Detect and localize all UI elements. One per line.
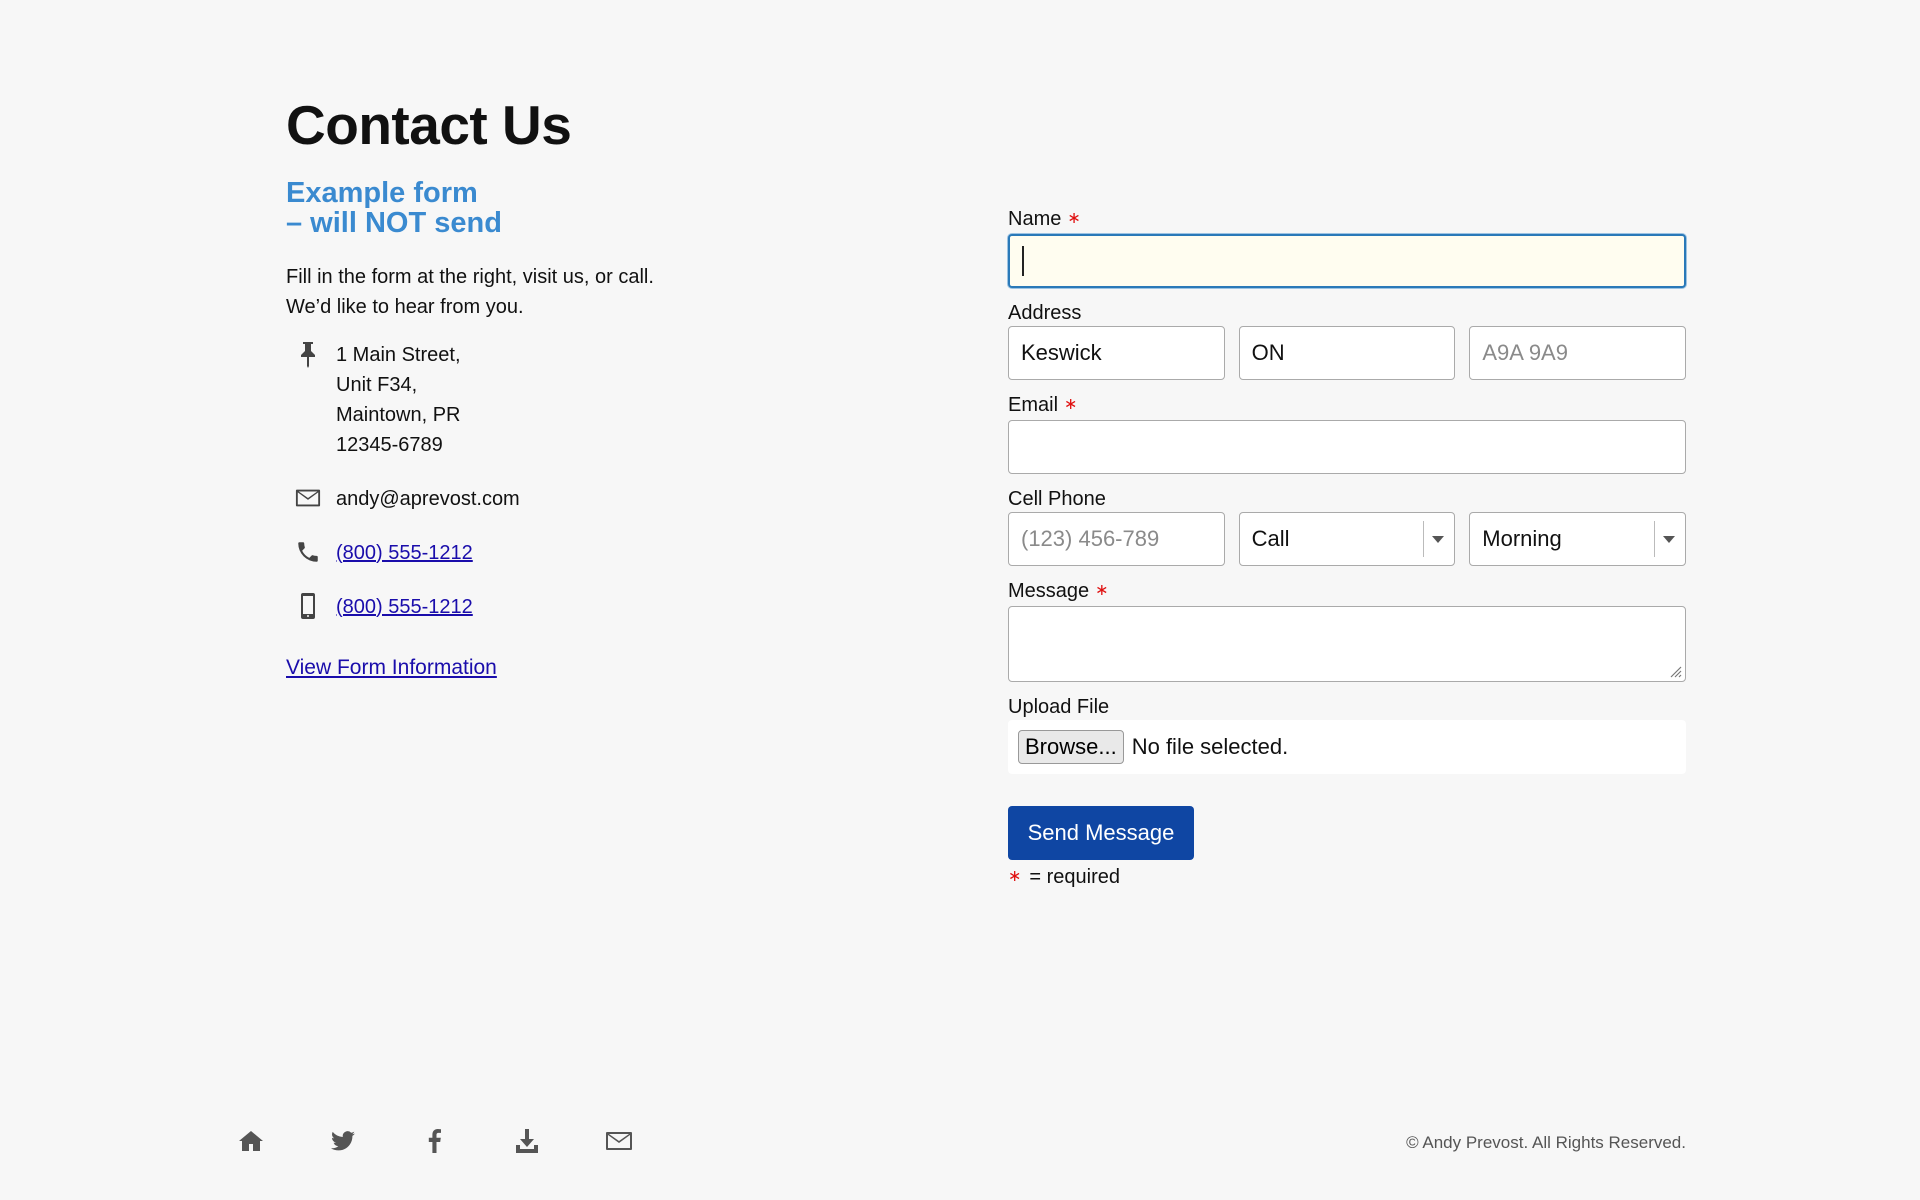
mobile-row: (800) 555-1212 bbox=[286, 592, 806, 622]
address-block: 1 Main Street, Unit F34, Maintown, PR 12… bbox=[286, 340, 806, 460]
send-message-button[interactable]: Send Message bbox=[1008, 806, 1194, 860]
address-line: Maintown, PR bbox=[336, 404, 461, 426]
subtitle: Example form – will NOT send bbox=[286, 178, 806, 238]
no-file-text: No file selected. bbox=[1131, 734, 1289, 759]
email-group: Email ∗ bbox=[1008, 392, 1686, 474]
browse-button[interactable]: Browse... bbox=[1018, 730, 1124, 764]
subtitle-line1: Example form bbox=[286, 177, 478, 209]
contact-method-select[interactable]: Call bbox=[1238, 512, 1456, 566]
cell-phone-input[interactable]: (123) 456-789 bbox=[1008, 512, 1225, 566]
email-label: Email ∗ bbox=[1008, 392, 1686, 420]
page-title: Contact Us bbox=[286, 94, 572, 156]
email-text: andy@aprevost.com bbox=[336, 487, 520, 510]
message-wrapper bbox=[1008, 606, 1686, 682]
twitter-icon[interactable] bbox=[328, 1126, 358, 1156]
facebook-icon[interactable] bbox=[420, 1126, 450, 1156]
file-upload: Browse... No file selected. bbox=[1008, 720, 1686, 774]
download-icon[interactable] bbox=[512, 1126, 542, 1156]
address-fields: Keswick ON A9A 9A9 bbox=[1008, 326, 1687, 380]
required-marker: ∗ bbox=[1067, 210, 1081, 227]
mobile-link[interactable]: (800) 555-1212 bbox=[336, 596, 473, 619]
province-input[interactable]: ON bbox=[1238, 326, 1456, 380]
message-label: Message ∗ bbox=[1008, 578, 1686, 606]
intro-line2: We’d like to hear from you. bbox=[286, 296, 524, 318]
email-label-text: Email bbox=[1008, 394, 1059, 416]
postal-code-input[interactable]: A9A 9A9 bbox=[1469, 326, 1687, 380]
home-icon[interactable] bbox=[236, 1126, 266, 1156]
upload-label: Upload File bbox=[1008, 696, 1110, 718]
cell-phone-label: Cell Phone bbox=[1008, 488, 1106, 510]
text-caret bbox=[1022, 246, 1024, 276]
phone-row: (800) 555-1212 bbox=[286, 538, 806, 568]
contact-method-value: Call bbox=[1251, 526, 1290, 551]
required-note: ∗ = required bbox=[1008, 866, 1686, 889]
mobile-phone-icon bbox=[290, 592, 326, 622]
required-marker: ∗ bbox=[1095, 582, 1109, 599]
resize-grip-icon[interactable] bbox=[1668, 664, 1682, 678]
address-line: 1 Main Street, bbox=[336, 344, 461, 366]
name-label-text: Name bbox=[1008, 208, 1062, 230]
message-label-text: Message bbox=[1008, 580, 1090, 602]
contact-time-select[interactable]: Morning bbox=[1469, 512, 1686, 566]
cell-phone-group: Cell Phone (123) 456-789 Call Morning bbox=[1008, 486, 1686, 566]
message-textarea[interactable] bbox=[1008, 606, 1686, 682]
required-marker: ∗ bbox=[1008, 868, 1022, 885]
envelope-icon[interactable] bbox=[604, 1126, 634, 1156]
phone-icon bbox=[290, 538, 326, 568]
address-lines: 1 Main Street, Unit F34, Maintown, PR 12… bbox=[336, 340, 461, 460]
copyright-text: © Andy Prevost. All Rights Reserved. bbox=[1406, 1133, 1686, 1152]
message-group: Message ∗ bbox=[1008, 578, 1686, 682]
email-input[interactable] bbox=[1008, 420, 1686, 474]
email-row: andy@aprevost.com bbox=[286, 484, 806, 514]
upload-group: Upload File Browse... No file selected. bbox=[1008, 694, 1686, 774]
intro-text: Fill in the form at the right, visit us,… bbox=[286, 262, 806, 322]
name-input[interactable] bbox=[1008, 234, 1686, 288]
view-form-information-link[interactable]: View Form Information bbox=[286, 656, 497, 680]
select-divider bbox=[1423, 521, 1425, 557]
cell-phone-fields: (123) 456-789 Call Morning bbox=[1008, 512, 1686, 566]
contact-form: Name ∗ Address Keswick ON A9A 9A9 Email ∗ … bbox=[1008, 206, 1687, 889]
required-note-text: = required bbox=[1029, 866, 1121, 888]
city-input[interactable]: Keswick bbox=[1008, 326, 1225, 380]
address-group: Address Keswick ON A9A 9A9 bbox=[1008, 300, 1687, 380]
contact-info-panel: Contact Us Example form – will NOT send … bbox=[286, 92, 806, 680]
subtitle-line2-suffix: send bbox=[426, 207, 502, 239]
footer-icon-bar bbox=[236, 1126, 634, 1156]
address-label: Address bbox=[1008, 302, 1082, 324]
address-line: 12345-6789 bbox=[336, 434, 443, 456]
name-label: Name ∗ bbox=[1008, 206, 1686, 234]
pushpin-icon bbox=[290, 340, 326, 370]
subtitle-line2-strong: NOT bbox=[364, 207, 427, 239]
select-divider bbox=[1653, 521, 1655, 557]
envelope-icon bbox=[290, 484, 326, 514]
subtitle-line2: – will NOT send bbox=[286, 208, 806, 238]
subtitle-line2-prefix: – will bbox=[286, 207, 365, 239]
phone-link[interactable]: (800) 555-1212 bbox=[336, 542, 473, 565]
contact-time-value: Morning bbox=[1482, 526, 1562, 551]
intro-line1: Fill in the form at the right, visit us,… bbox=[286, 266, 654, 288]
required-marker: ∗ bbox=[1064, 396, 1078, 413]
chevron-down-icon bbox=[1662, 536, 1675, 543]
name-group: Name ∗ bbox=[1008, 206, 1686, 288]
address-line: Unit F34, bbox=[336, 374, 418, 396]
chevron-down-icon bbox=[1432, 536, 1445, 543]
